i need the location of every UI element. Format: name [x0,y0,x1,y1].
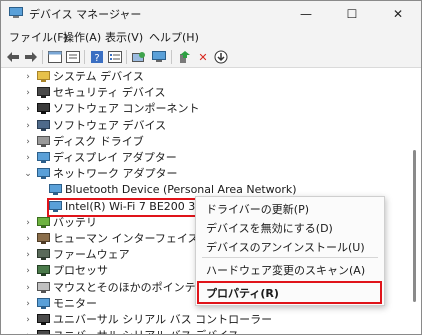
forward-arrow-icon[interactable] [23,49,39,65]
tree-item[interactable]: › ディスク ドライブ [1,134,409,150]
tree-item-label: プロセッサ [53,264,108,278]
toolbar-separator [42,50,43,64]
selected-item-highlight [47,197,201,217]
device-manager-window: デバイス マネージャー — ☐ ✕ ファイル(F) 操作(A) 表示(V) ヘル… [0,0,422,335]
tree-item-label: モニター [53,296,97,310]
tree-item[interactable]: › ソフトウェア デバイス [1,118,409,134]
monitor-icon[interactable] [151,49,167,65]
menu-file[interactable]: ファイル(F) [9,29,68,45]
software-device-icon [37,119,50,131]
menu-bar: ファイル(F) 操作(A) 表示(V) ヘルプ(H) [1,27,421,47]
tree-item-label: ディスク ドライブ [53,134,144,148]
tree-item-label: システム デバイス [53,70,144,83]
monitor-icon [37,297,50,309]
processor-icon [37,265,50,277]
maximize-button[interactable]: ☐ [329,1,375,27]
chevron-right-icon[interactable]: › [23,150,33,166]
tree-item-label: ネットワーク アダプター [53,167,178,181]
chevron-right-icon[interactable]: › [23,312,33,328]
toolbar: ? ✕ [1,47,421,68]
tree-item-label: ユニバーサル シリアル バス デバイス [53,328,239,334]
network-adapter-icon [37,168,50,180]
update-driver-icon[interactable] [177,49,193,65]
software-component-icon [37,103,50,115]
network-adapter-icon [49,184,62,196]
battery-icon [37,216,50,228]
tree-item[interactable]: › ユニバーサル シリアル バス コントローラー [1,312,409,328]
chevron-right-icon[interactable]: › [23,69,33,85]
chevron-down-icon[interactable]: ⌄ [23,166,33,182]
ctx-properties[interactable]: プロパティ(R) [206,285,279,301]
chevron-right-icon[interactable]: › [23,134,33,150]
folder-icon [37,71,50,82]
show-hidden-icon[interactable] [65,49,81,65]
tree-item-label: ディスプレイ アダプター [53,151,177,164]
ctx-update-driver[interactable]: ドライバーの更新(P) [206,201,309,217]
tree-item[interactable]: › ディスプレイ アダプター [1,150,409,166]
help-icon[interactable]: ? [89,49,105,65]
tree-item[interactable]: › ソフトウェア コンポーネント [1,101,409,117]
chevron-right-icon[interactable]: › [23,247,33,263]
ctx-uninstall-device[interactable]: デバイスのアンインストール(U) [206,239,365,255]
chevron-right-icon[interactable]: › [23,280,33,296]
properties-window-icon[interactable] [47,49,63,65]
ctx-properties-highlight[interactable]: プロパティ(R) [197,281,382,304]
tree-item[interactable]: ⌄ ネットワーク アダプター [1,166,409,182]
device-manager-icon [9,7,23,18]
security-device-icon [37,87,50,99]
hid-icon [37,233,50,244]
mouse-icon [37,281,50,293]
tree-item-label: セキュリティ デバイス [53,86,166,100]
usb-icon [37,330,50,334]
firmware-icon [37,249,50,261]
ctx-disable-device[interactable]: デバイスを無効にする(D) [206,220,333,236]
chevron-right-icon[interactable]: › [23,85,33,101]
context-menu: ドライバーの更新(P) デバイスを無効にする(D) デバイスのアンインストール(… [195,196,385,306]
tree-item-label: ソフトウェア デバイス [53,118,167,132]
chevron-right-icon[interactable]: › [23,101,33,117]
menu-view[interactable]: 表示(V) [105,29,143,45]
display-adapter-icon [37,152,50,163]
chevron-right-icon[interactable]: › [23,118,33,134]
download-icon[interactable] [213,49,229,65]
vertical-scrollbar[interactable] [411,68,419,334]
chevron-right-icon[interactable]: › [23,263,33,279]
usb-icon [37,314,50,325]
tree-item-label: バッテリ [53,215,97,229]
toolbar-separator [126,50,127,64]
scan-hardware-icon[interactable] [131,49,147,65]
disk-drive-icon [37,135,50,147]
ctx-separator [202,257,378,258]
tree-item-label: ソフトウェア コンポーネント [53,102,200,116]
toolbar-separator [84,50,85,64]
tree-item-label: ファームウェア [53,248,130,262]
ctx-scan-hardware[interactable]: ハードウェア変更のスキャン(A) [206,262,365,278]
tree-item[interactable]: › システム デバイス [1,69,409,85]
toolbar-separator [171,50,172,64]
uninstall-icon[interactable]: ✕ [195,49,211,65]
scrollbar-thumb[interactable] [413,150,416,302]
menu-action[interactable]: 操作(A) [63,29,101,45]
title-bar: デバイス マネージャー — ☐ ✕ [1,1,421,27]
chevron-right-icon[interactable]: › [23,215,33,231]
chevron-right-icon[interactable]: › [23,328,33,334]
window-title: デバイス マネージャー [29,8,142,21]
close-button[interactable]: ✕ [375,1,421,27]
tree-item[interactable]: › セキュリティ デバイス [1,85,409,101]
minimize-button[interactable]: — [283,1,329,27]
menu-help[interactable]: ヘルプ(H) [149,29,199,45]
tree-item-label: ユニバーサル シリアル バス コントローラー [53,313,273,326]
tree-item[interactable]: › ユニバーサル シリアル バス デバイス [1,328,409,334]
svg-text:?: ? [94,53,99,64]
chevron-right-icon[interactable]: › [23,296,33,312]
chevron-right-icon[interactable]: › [23,231,33,247]
back-arrow-icon[interactable] [5,49,21,65]
properties-list-icon[interactable] [107,49,123,65]
